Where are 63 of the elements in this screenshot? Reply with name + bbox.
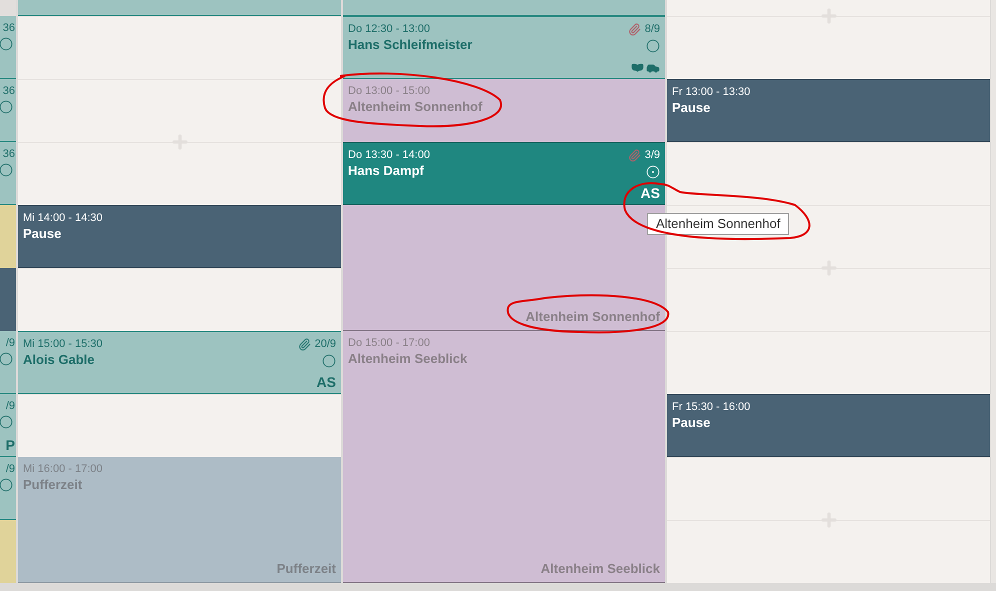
event-time: Do 15:00 - 17:00 — [348, 336, 431, 350]
event-title: Pause — [672, 414, 712, 432]
buffer-block[interactable]: Mi 16:00 - 17:00 Pufferzeit Pufferzeit — [18, 457, 341, 583]
status-icon — [0, 352, 13, 366]
staff-initials: AS — [640, 184, 660, 202]
attachment-count: /9 — [6, 336, 15, 350]
status-icon — [0, 478, 13, 492]
attachment-count: 36 — [2, 147, 15, 161]
event-time: Mi 14:00 - 14:30 — [23, 211, 102, 225]
status-icon — [0, 163, 13, 177]
status-icon — [0, 415, 13, 429]
pause-block[interactable]: Mi 14:00 - 14:30 Pause — [18, 205, 341, 268]
event-footer-label: Pufferzeit — [276, 561, 336, 578]
event-time: Do 12:30 - 13:00 — [348, 22, 431, 36]
attachment-count: 36 — [2, 84, 15, 98]
appointment-block[interactable]: /9 — [0, 331, 16, 394]
appointment-block[interactable] — [18, 0, 341, 16]
attachment-count: 8/9 — [644, 22, 660, 36]
event-time: Mi 16:00 - 17:00 — [23, 462, 102, 476]
appointment-block[interactable]: 36 — [0, 79, 16, 142]
status-icon — [646, 39, 660, 53]
appointment-block[interactable]: Mi 15:00 - 15:30 Alois Gable 20/9 AS — [18, 331, 341, 394]
appointment-block[interactable]: /9 — [0, 457, 16, 520]
event-time: Fr 13:00 - 13:30 — [672, 85, 750, 99]
pause-block[interactable]: Fr 15:30 - 16:00 Pause — [667, 394, 990, 457]
status-icon — [322, 354, 336, 368]
appointment-block[interactable]: Do 13:30 - 14:00 Hans Dampf 3/9 AS — [343, 142, 665, 205]
attachment-count: 3/9 — [644, 148, 660, 162]
event-time: Do 13:30 - 14:00 — [348, 148, 430, 162]
appointment-block[interactable]: 36 — [0, 142, 16, 205]
location-block[interactable] — [0, 205, 16, 268]
event-title: Pufferzeit — [23, 476, 84, 494]
event-title: Pause — [23, 225, 62, 243]
event-footer-label: Altenheim Sonnenhof — [526, 309, 660, 326]
pause-block[interactable] — [0, 268, 16, 331]
event-title: Alois Gable — [23, 351, 96, 369]
event-time: Fr 15:30 - 16:00 — [672, 400, 750, 414]
status-icon — [0, 37, 13, 51]
appointment-block[interactable]: Do 12:30 - 13:00 Hans Schleifmeister 8/9 — [343, 16, 665, 79]
attachment-count: 20/9 — [314, 337, 336, 351]
attachment-count: /9 — [6, 399, 15, 413]
staff-initials: AS — [316, 373, 336, 391]
location-block[interactable]: Do 15:00 - 17:00 Altenheim Seeblick Altenheim Seeblick — [343, 331, 665, 583]
event-title: Hans Schleifmeister — [348, 36, 472, 54]
appointment-block[interactable]: /9 P — [0, 394, 16, 457]
attachment-count: /9 — [6, 462, 15, 476]
attachment-count: 36 — [2, 21, 15, 35]
empty-block[interactable] — [0, 0, 16, 16]
event-time: Mi 15:00 - 15:30 — [23, 337, 102, 351]
status-icon — [0, 100, 13, 114]
location-block[interactable] — [0, 520, 16, 583]
event-title: Altenheim Sonnenhof — [348, 98, 482, 116]
status-icon — [646, 165, 660, 179]
tooltip: Altenheim Sonnenhof — [647, 213, 790, 235]
event-title: Altenheim Seeblick — [348, 350, 468, 368]
pause-block[interactable]: Fr 13:00 - 13:30 Pause — [667, 79, 990, 142]
appointment-block[interactable]: 36 — [0, 16, 16, 79]
event-title: Hans Dampf — [348, 162, 425, 180]
staff-initials: P — [6, 436, 15, 454]
event-title: Pause — [672, 99, 712, 117]
event-time: Do 13:00 - 15:00 — [348, 84, 431, 98]
appointment-block[interactable] — [343, 0, 665, 16]
event-footer-label: Altenheim Seeblick — [540, 561, 660, 578]
